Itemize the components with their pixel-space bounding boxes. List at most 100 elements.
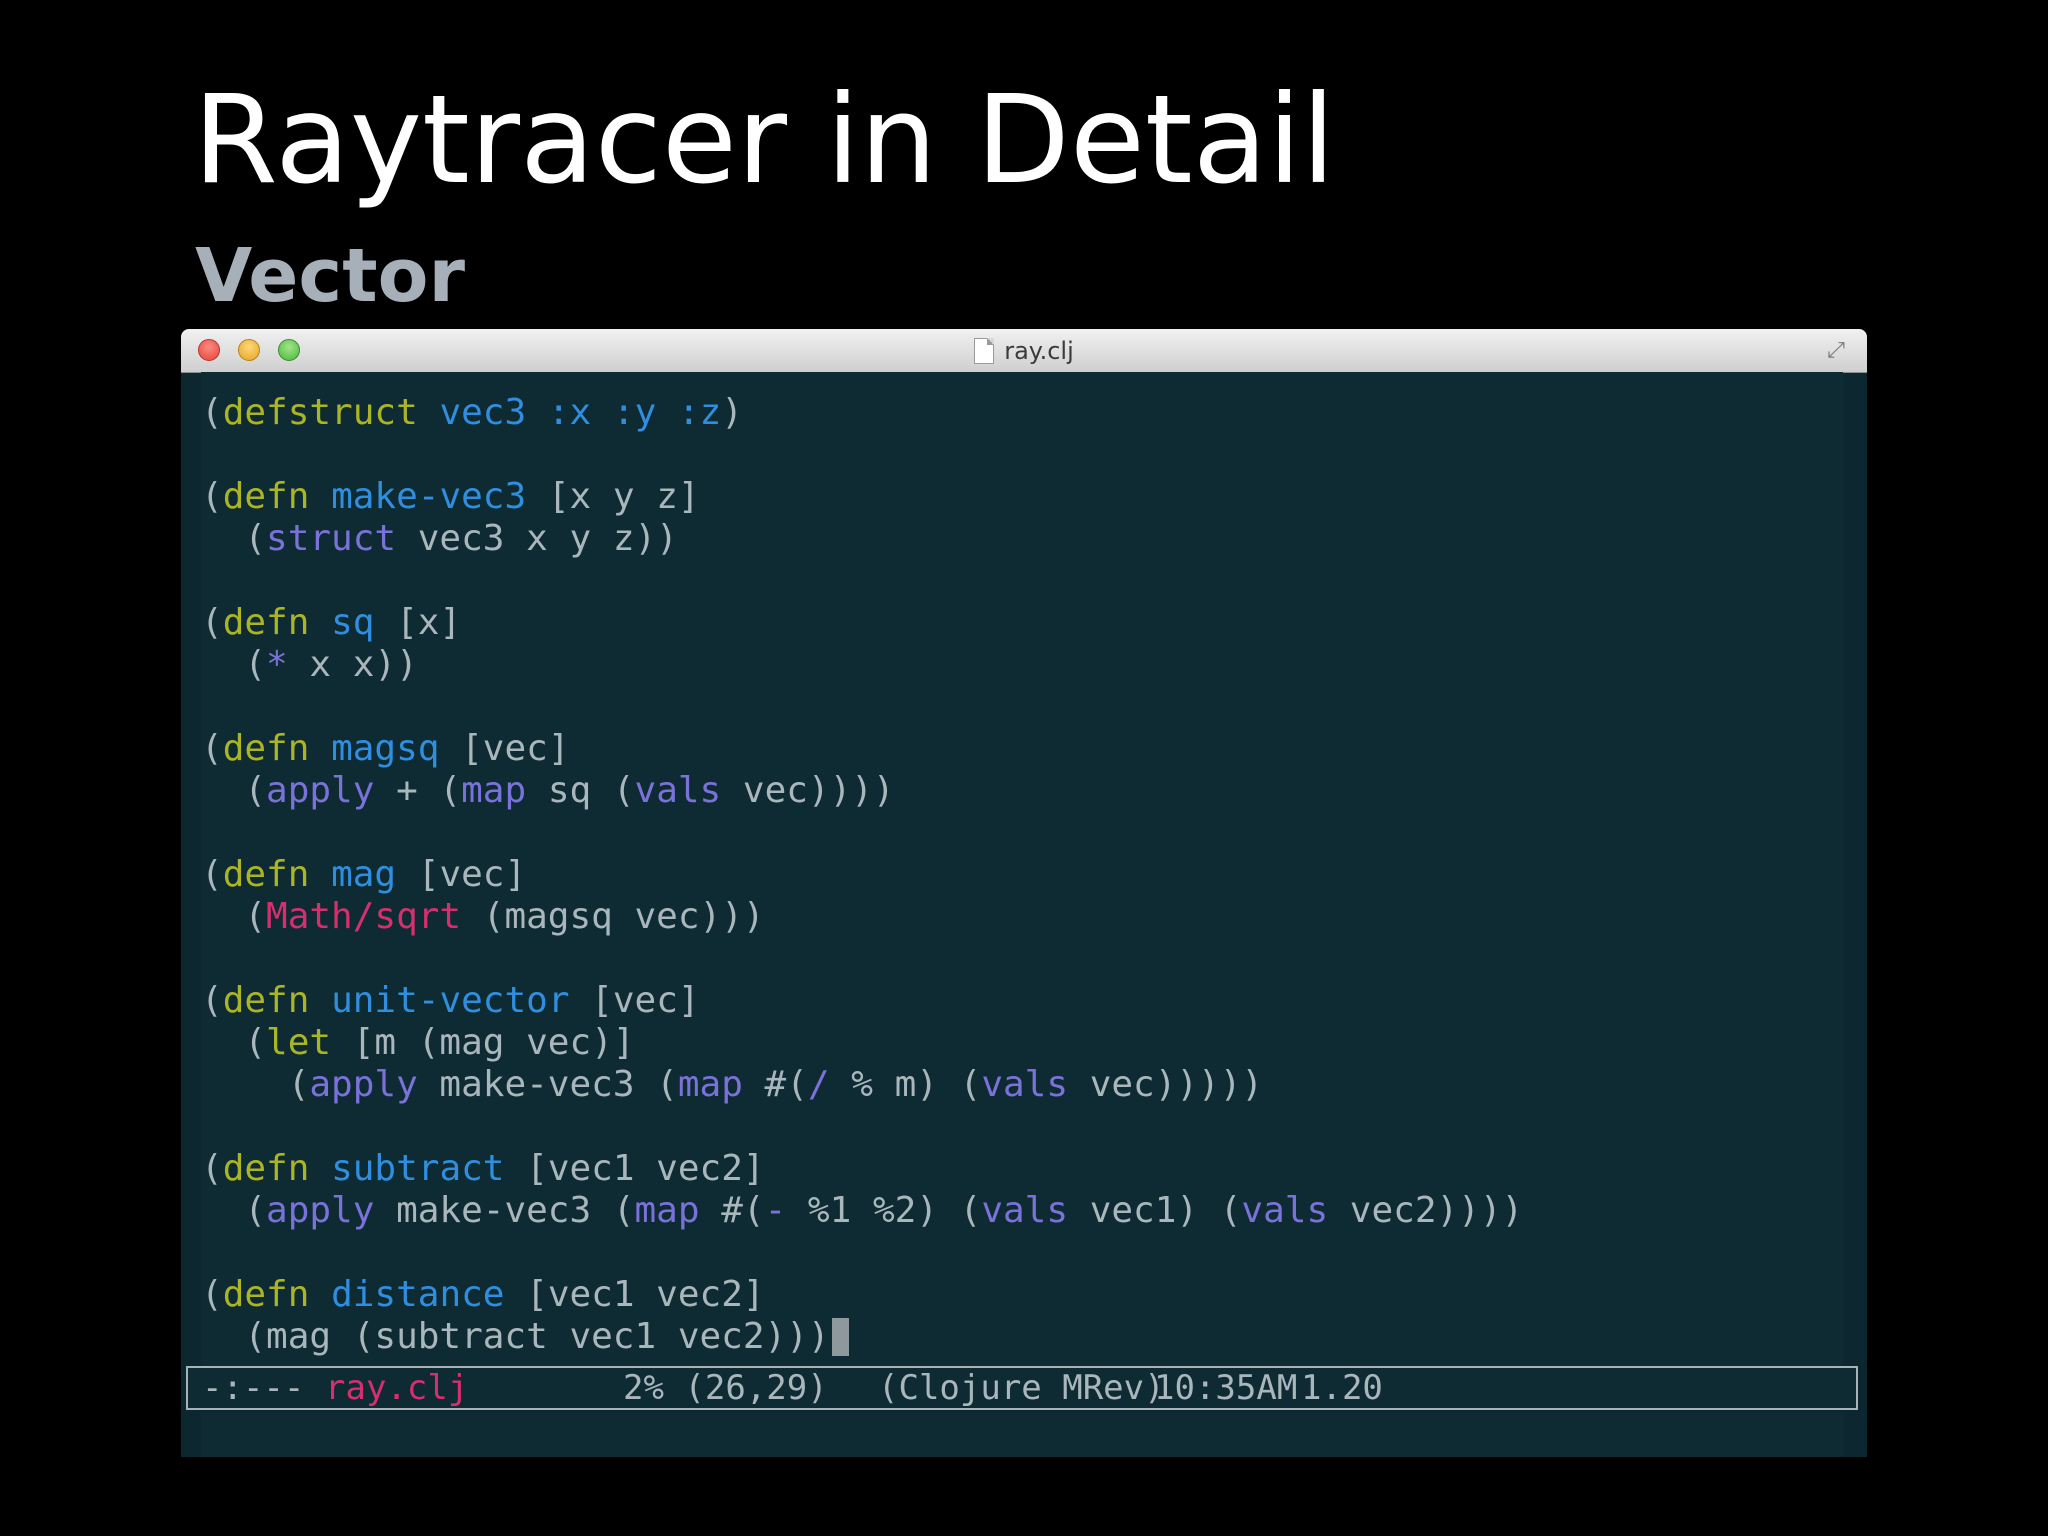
modeline-major-mode[interactable]: (Clojure MRev) (878, 1368, 1165, 1408)
code-token: apply (266, 770, 375, 811)
code-token: ( (201, 602, 223, 643)
code-token: ( (201, 896, 267, 937)
code-line[interactable]: (defn mag [vec] (201, 854, 1523, 896)
code-line[interactable]: (defn make-vec3 [x y z] (201, 476, 1523, 518)
code-token: defn (222, 602, 310, 643)
code-line[interactable] (201, 1106, 1523, 1148)
code-token: vals (981, 1190, 1069, 1231)
code-token: map (634, 1190, 700, 1231)
code-line[interactable]: (apply + (map sq (vals vec)))) (201, 770, 1523, 812)
code-token: vals (634, 770, 722, 811)
code-token: vec2)))) (1328, 1190, 1524, 1231)
code-token: ( (201, 1148, 223, 1189)
code-token: [vec1 vec2] (504, 1274, 765, 1315)
editor-window: ray.clj ⤢ (defstruct vec3 :x :y :z) (def… (181, 329, 1867, 1457)
code-token: vec3 (439, 392, 527, 433)
code-token: :x (547, 392, 592, 433)
code-token: [m (mag vec)] (331, 1022, 635, 1063)
code-token: struct (266, 518, 397, 559)
code-line[interactable] (201, 686, 1523, 728)
code-token: make-vec3 ( (374, 1190, 635, 1231)
code-token: vec1) ( (1068, 1190, 1242, 1231)
code-line[interactable]: (defn magsq [vec] (201, 728, 1523, 770)
fullscreen-icon[interactable]: ⤢ (1823, 339, 1849, 363)
document-icon (974, 337, 995, 364)
code-line[interactable]: (defn sq [x] (201, 602, 1523, 644)
code-token: ( (201, 518, 267, 559)
code-line[interactable] (201, 434, 1523, 476)
code-token: (magsq vec))) (461, 896, 765, 937)
code-token: ) (721, 392, 743, 433)
code-token: [vec1 vec2] (504, 1148, 765, 1189)
code-token: sq (331, 602, 375, 643)
code-line[interactable]: (let [m (mag vec)] (201, 1022, 1523, 1064)
minibuffer[interactable] (201, 1413, 1843, 1457)
code-token: (mag (subtract vec1 vec2))) (201, 1316, 830, 1357)
code-token: [x y z] (526, 476, 700, 517)
window-title-group: ray.clj (181, 329, 1867, 372)
text-cursor (831, 1318, 849, 1356)
code-token: ( (201, 476, 223, 517)
code-token: [x] (374, 602, 462, 643)
code-token: make-vec3 ( (417, 1064, 678, 1105)
code-token: apply (266, 1190, 375, 1231)
code-line[interactable] (201, 938, 1523, 980)
code-token: distance (331, 1274, 505, 1315)
code-line[interactable] (201, 1232, 1523, 1274)
code-line[interactable]: (defstruct vec3 :x :y :z) (201, 392, 1523, 434)
code-line[interactable] (201, 560, 1523, 602)
modeline-time: 10:35AM (1154, 1368, 1298, 1408)
code-line[interactable]: (Math/sqrt (magsq vec))) (201, 896, 1523, 938)
code-token: % m) ( (829, 1064, 982, 1105)
code-token: map (677, 1064, 743, 1105)
code-editor[interactable]: (defstruct vec3 :x :y :z) (defn make-vec… (201, 372, 1843, 1372)
code-token: ( (201, 770, 267, 811)
slide-subtitle: Vector (195, 233, 465, 319)
code-token: unit-vector (331, 980, 570, 1021)
code-line[interactable]: (apply make-vec3 (map #(/ % m) (vals vec… (201, 1064, 1523, 1106)
window-titlebar[interactable]: ray.clj ⤢ (181, 329, 1867, 373)
code-token: make-vec3 (331, 476, 527, 517)
code-line[interactable] (201, 812, 1523, 854)
code-token: ( (201, 392, 223, 433)
code-token: [vec] (439, 728, 570, 769)
code-token: + ( (374, 770, 462, 811)
code-token: #( (699, 1190, 765, 1231)
code-token: ( (201, 728, 223, 769)
code-token: defn (222, 728, 310, 769)
window-title: ray.clj (1004, 336, 1074, 365)
code-line[interactable]: (mag (subtract vec1 vec2))) (201, 1316, 1523, 1358)
code-token: [vec] (569, 980, 700, 1021)
code-token: ( (201, 1064, 310, 1105)
code-token: Math/sqrt (266, 896, 462, 937)
code-line[interactable]: (defn unit-vector [vec] (201, 980, 1523, 1022)
code-token: ( (201, 1190, 267, 1231)
code-token: vec))))) (1068, 1064, 1264, 1105)
modeline-buffer-name[interactable]: ray.clj (325, 1368, 468, 1408)
code-token: let (266, 1022, 332, 1063)
code-line[interactable]: (defn distance [vec1 vec2] (201, 1274, 1523, 1316)
code-line[interactable]: (struct vec3 x y z)) (201, 518, 1523, 560)
code-token: vec3 x y z)) (396, 518, 678, 559)
code-token: defn (222, 1274, 310, 1315)
code-token: ( (201, 854, 223, 895)
code-token: map (461, 770, 527, 811)
code-line[interactable]: (defn subtract [vec1 vec2] (201, 1148, 1523, 1190)
code-line[interactable]: (* x x)) (201, 644, 1523, 686)
code-buffer[interactable]: (defstruct vec3 :x :y :z) (defn make-vec… (201, 392, 1523, 1358)
modeline-status: -:--- (202, 1368, 305, 1408)
code-token: ( (201, 644, 267, 685)
code-token: x x)) (287, 644, 418, 685)
code-token: mag (331, 854, 397, 895)
code-line[interactable]: (apply make-vec3 (map #(- %1 %2) (vals v… (201, 1190, 1523, 1232)
